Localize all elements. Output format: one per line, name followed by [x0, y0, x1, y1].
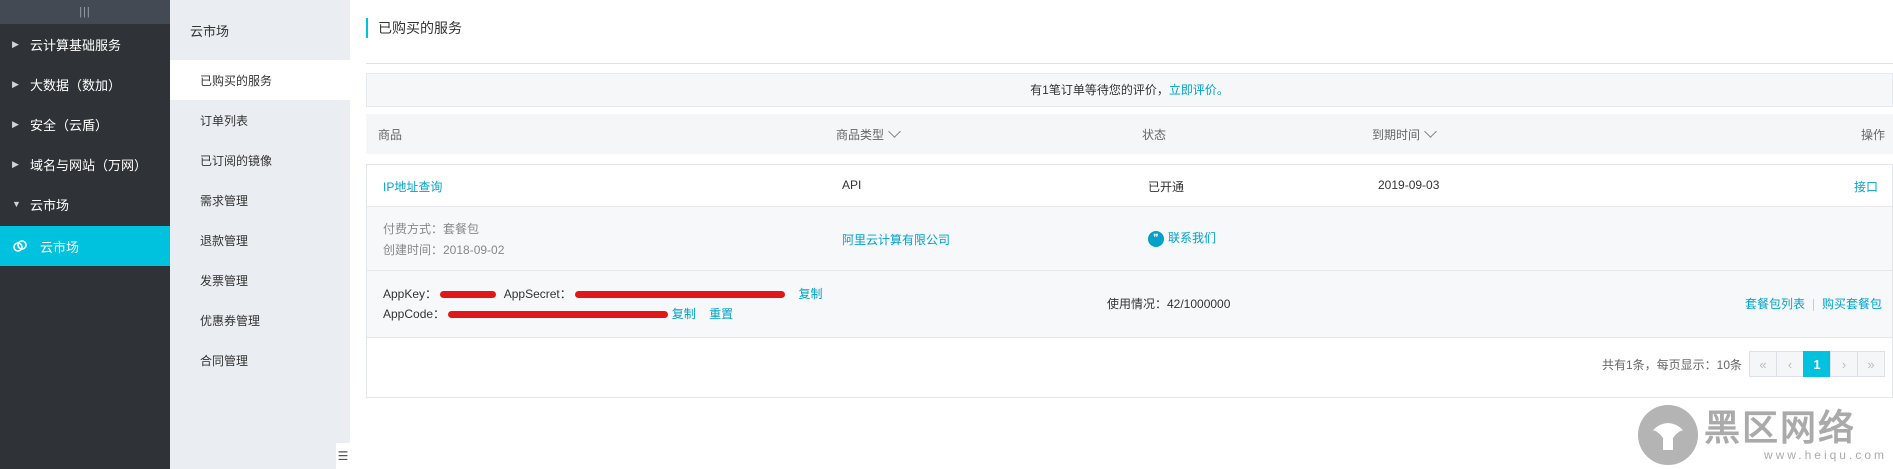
reset-appcode-button[interactable]: 重置: [709, 307, 733, 321]
chevron-down-icon: [888, 124, 901, 138]
last-page-button[interactable]: »: [1857, 351, 1885, 377]
sidebar-item-label: 域名与网站（万网）: [30, 157, 148, 173]
order-details-row: 付费方式：套餐包 创建时间：2018-09-02 阿里云计算有限公司 ❞ 联系我们: [367, 207, 1892, 271]
subnav-item-requirements[interactable]: 需求管理: [170, 180, 350, 220]
title-divider: [366, 63, 1893, 64]
appcode-label: AppCode：: [383, 307, 446, 321]
watermark-cn: 黑区网络: [1703, 407, 1856, 448]
chevron-down-icon: [1424, 124, 1437, 138]
watermark-logo-icon: [1637, 405, 1698, 465]
subnav-item-orders[interactable]: 订单列表: [170, 100, 350, 140]
header-product-type[interactable]: 商品类型: [836, 124, 901, 143]
notice-text: 有1笔订单等待您的评价，: [1030, 83, 1169, 97]
secondary-nav: 云市场 已购买的服务 订单列表 已订阅的镜像 需求管理 退款管理 发票管理 优惠…: [170, 0, 350, 469]
header-product: 商品: [378, 127, 403, 142]
pagination: 共有1条，每页显示：10条 « ‹ 1 › »: [1602, 350, 1885, 378]
divider: [1812, 298, 1814, 311]
expiry-date: 2019-09-03: [1378, 178, 1440, 192]
payment-method: 付费方式：套餐包: [383, 222, 480, 236]
sidebar-item-domains[interactable]: ▶ 域名与网站（万网）: [0, 144, 170, 184]
cloud-market-icon: [12, 239, 40, 253]
package-actions: 套餐包列表 购买套餐包: [1745, 295, 1882, 312]
chat-bubble-icon: ❞: [1148, 230, 1164, 247]
vendor-link[interactable]: 阿里云计算有限公司: [842, 231, 950, 248]
review-now-link[interactable]: 立即评价。: [1169, 83, 1229, 97]
sidebar-item-label: 安全（云盾）: [30, 117, 109, 133]
prev-page-button[interactable]: ‹: [1776, 351, 1804, 377]
sidebar-item-big-data[interactable]: ▶ 大数据（数加）: [0, 64, 170, 104]
status-text: 已开通: [1148, 180, 1185, 194]
sidebar-item-marketplace-active[interactable]: 云市场: [0, 226, 170, 266]
buy-package-link[interactable]: 购买套餐包: [1822, 297, 1882, 311]
redacted-appsecret: [575, 291, 786, 299]
first-page-button[interactable]: «: [1749, 351, 1777, 377]
created-time: 创建时间：2018-09-02: [383, 243, 505, 257]
subnav-item-coupons[interactable]: 优惠券管理: [170, 300, 350, 340]
watermark-url: www.heiqu.com: [1763, 448, 1887, 462]
copy-appcode-button[interactable]: 复制: [672, 307, 696, 321]
product-name-link[interactable]: IP地址查询: [383, 178, 442, 195]
contact-us-label: 联系我们: [1168, 231, 1217, 245]
product-type: API: [842, 178, 862, 192]
next-page-button[interactable]: ›: [1830, 351, 1858, 377]
usage-text: 使用情况：42/1000000: [1107, 297, 1231, 311]
redacted-appcode: [448, 311, 669, 319]
watermark: 黑区网络 www.heiqu.com: [1637, 405, 1887, 465]
sidebar-item-label: 云计算基础服务: [30, 37, 122, 53]
sidebar-item-label: 大数据（数加）: [30, 77, 122, 93]
subnav-item-contracts[interactable]: 合同管理: [170, 340, 350, 380]
sidebar-item-label: 云市场: [30, 197, 70, 213]
appkey-label: AppKey：: [383, 287, 438, 301]
header-expiry-label: 到期时间: [1372, 127, 1421, 142]
sidebar: ||| ▶ 云计算基础服务 ▶ 大数据（数加） ▶ 安全（云盾） ▶ 域名与网站…: [0, 0, 170, 469]
page-1-button[interactable]: 1: [1803, 351, 1831, 377]
chevron-right-icon: ▶: [12, 158, 19, 169]
chevron-right-icon: ▶: [12, 118, 19, 129]
secondary-nav-title: 云市场: [190, 23, 230, 39]
appsecret-label: AppSecret：: [503, 287, 572, 301]
appkey-line: AppKey： AppSecret： 复制: [383, 285, 822, 302]
header-expiry[interactable]: 到期时间: [1372, 124, 1437, 143]
watermark-text: 黑区网络 www.heiqu.com: [1703, 407, 1887, 463]
sidebar-item-security[interactable]: ▶ 安全（云盾）: [0, 104, 170, 144]
chevron-down-icon: ▼: [12, 199, 21, 209]
chevron-right-icon: ▶: [12, 78, 19, 89]
api-link[interactable]: 接口: [1854, 178, 1878, 195]
review-notice: 有1笔订单等待您的评价，立即评价。: [366, 73, 1893, 107]
contact-us-link[interactable]: ❞ 联系我们: [1148, 229, 1216, 247]
chevron-right-icon: ▶: [12, 38, 19, 49]
subnav-item-subscribed-images[interactable]: 已订阅的镜像: [170, 140, 350, 180]
subnav-item-invoices[interactable]: 发票管理: [170, 260, 350, 300]
package-list-link[interactable]: 套餐包列表: [1745, 297, 1805, 311]
table-header: 商品 商品类型 状态 到期时间 操作: [366, 114, 1893, 154]
copy-appsecret-button[interactable]: 复制: [798, 287, 822, 301]
redacted-appkey: [440, 291, 497, 299]
sidebar-item-marketplace[interactable]: ▼ 云市场: [0, 184, 170, 224]
main-content: 已购买的服务 有1笔订单等待您的评价，立即评价。 商品 商品类型 状态 到期时间…: [350, 0, 1893, 469]
table-row: IP地址查询 API 已开通 2019-09-03 接口: [367, 165, 1892, 207]
page-summary: 共有1条，每页显示：10条: [1601, 357, 1742, 372]
sidebar-collapse-toggle[interactable]: |||: [0, 0, 170, 24]
header-actions: 操作: [1860, 127, 1885, 142]
sidebar-item-cloud-computing[interactable]: ▶ 云计算基础服务: [0, 24, 170, 64]
sidebar-item-label: 云市场: [40, 239, 80, 255]
header-status: 状态: [1142, 127, 1167, 142]
collapse-nav-icon[interactable]: ☰: [336, 443, 350, 469]
appcode-line: AppCode： 复制 重置: [383, 305, 733, 322]
page-title: 已购买的服务: [366, 18, 462, 38]
order-card: IP地址查询 API 已开通 2019-09-03 接口 付费方式：套餐包 创建…: [366, 164, 1893, 338]
header-product-type-label: 商品类型: [836, 127, 885, 142]
subnav-item-refunds[interactable]: 退款管理: [170, 220, 350, 260]
credentials-row: AppKey： AppSecret： 复制 AppCode： 复制 重置 使用情…: [367, 271, 1892, 337]
subnav-item-purchased-services[interactable]: 已购买的服务: [170, 60, 350, 100]
